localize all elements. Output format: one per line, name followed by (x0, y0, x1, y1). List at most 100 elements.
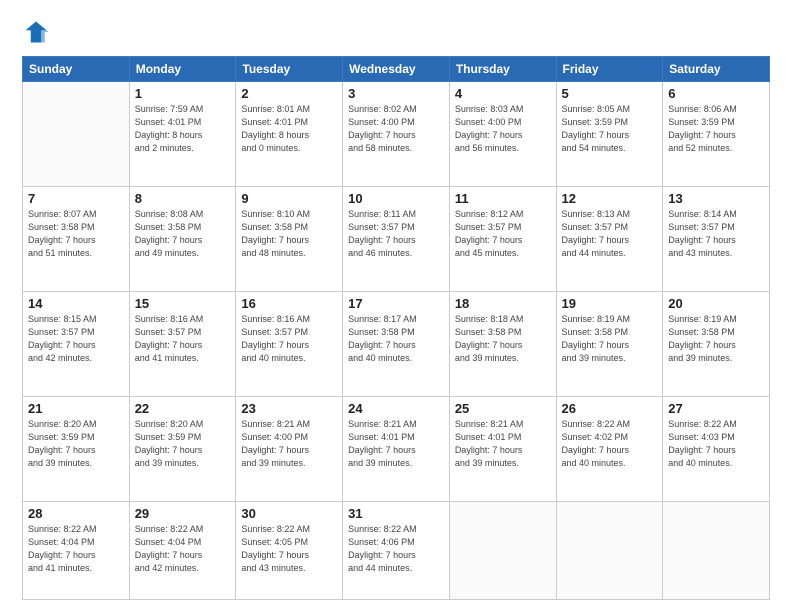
day-number: 26 (562, 401, 658, 416)
weekday-header-tuesday: Tuesday (236, 57, 343, 82)
day-number: 28 (28, 506, 124, 521)
calendar-cell: 4Sunrise: 8:03 AMSunset: 4:00 PMDaylight… (449, 82, 556, 187)
header (22, 18, 770, 46)
day-number: 19 (562, 296, 658, 311)
day-info: Sunrise: 8:10 AMSunset: 3:58 PMDaylight:… (241, 208, 337, 260)
day-info: Sunrise: 8:19 AMSunset: 3:58 PMDaylight:… (668, 313, 764, 365)
calendar-cell: 17 Sunrise: 8:17 AMSunset: 3:58 PMDayligh… (343, 292, 450, 397)
day-info: Sunrise: 8:15 AMSunset: 3:57 PMDaylight:… (28, 313, 124, 365)
calendar-cell: 24 Sunrise: 8:21 AMSunset: 4:01 PMDayligh… (343, 397, 450, 502)
day-number: 15 (135, 296, 231, 311)
day-number: 10 (348, 191, 444, 206)
day-info: Sunrise: 8:02 AMSunset: 4:00 PMDaylight:… (348, 103, 444, 155)
calendar-cell: 23Sunrise: 8:21 AMSunset: 4:00 PMDayligh… (236, 397, 343, 502)
calendar-cell: 20 Sunrise: 8:19 AMSunset: 3:58 PMDayligh… (663, 292, 770, 397)
day-number: 21 (28, 401, 124, 416)
calendar-cell: 31Sunrise: 8:22 AMSunset: 4:06 PMDayligh… (343, 502, 450, 600)
day-number: 18 (455, 296, 551, 311)
day-number: 3 (348, 86, 444, 101)
calendar-cell: 21 Sunrise: 8:20 AMSunset: 3:59 PMDayligh… (23, 397, 130, 502)
day-info: Sunrise: 8:11 AMSunset: 3:57 PMDaylight:… (348, 208, 444, 260)
weekday-header-monday: Monday (129, 57, 236, 82)
day-number: 23 (241, 401, 337, 416)
calendar-cell: 28 Sunrise: 8:22 AMSunset: 4:04 PMDayligh… (23, 502, 130, 600)
calendar-cell: 6 Sunrise: 8:06 AMSunset: 3:59 PMDaylight… (663, 82, 770, 187)
calendar-cell: 1Sunrise: 7:59 AMSunset: 4:01 PMDaylight… (129, 82, 236, 187)
day-info: Sunrise: 8:06 AMSunset: 3:59 PMDaylight:… (668, 103, 764, 155)
day-info: Sunrise: 8:20 AMSunset: 3:59 PMDaylight:… (28, 418, 124, 470)
logo (22, 18, 54, 46)
day-info: Sunrise: 8:16 AMSunset: 3:57 PMDaylight:… (241, 313, 337, 365)
week-row-1: 1Sunrise: 7:59 AMSunset: 4:01 PMDaylight… (23, 82, 770, 187)
weekday-header-saturday: Saturday (663, 57, 770, 82)
day-info: Sunrise: 8:20 AMSunset: 3:59 PMDaylight:… (135, 418, 231, 470)
day-number: 29 (135, 506, 231, 521)
day-info: Sunrise: 8:05 AMSunset: 3:59 PMDaylight:… (562, 103, 658, 155)
calendar-cell: 16Sunrise: 8:16 AMSunset: 3:57 PMDayligh… (236, 292, 343, 397)
day-info: Sunrise: 8:16 AMSunset: 3:57 PMDaylight:… (135, 313, 231, 365)
calendar-cell: 7 Sunrise: 8:07 AMSunset: 3:58 PMDaylight… (23, 187, 130, 292)
day-info: Sunrise: 8:13 AMSunset: 3:57 PMDaylight:… (562, 208, 658, 260)
day-number: 24 (348, 401, 444, 416)
day-info: Sunrise: 8:18 AMSunset: 3:58 PMDaylight:… (455, 313, 551, 365)
calendar-cell (556, 502, 663, 600)
calendar-cell: 30 Sunrise: 8:22 AMSunset: 4:05 PMDayligh… (236, 502, 343, 600)
day-number: 13 (668, 191, 764, 206)
day-number: 20 (668, 296, 764, 311)
day-info: Sunrise: 8:17 AMSunset: 3:58 PMDaylight:… (348, 313, 444, 365)
calendar-cell: 29 Sunrise: 8:22 AMSunset: 4:04 PMDayligh… (129, 502, 236, 600)
calendar-table: SundayMondayTuesdayWednesdayThursdayFrid… (22, 56, 770, 600)
day-info: Sunrise: 8:22 AMSunset: 4:02 PMDaylight:… (562, 418, 658, 470)
day-number: 27 (668, 401, 764, 416)
day-info: Sunrise: 8:07 AMSunset: 3:58 PMDaylight:… (28, 208, 124, 260)
day-info: Sunrise: 8:21 AMSunset: 4:01 PMDaylight:… (348, 418, 444, 470)
calendar-cell: 3 Sunrise: 8:02 AMSunset: 4:00 PMDaylight… (343, 82, 450, 187)
calendar-cell: 12 Sunrise: 8:13 AMSunset: 3:57 PMDayligh… (556, 187, 663, 292)
weekday-header-sunday: Sunday (23, 57, 130, 82)
calendar-cell: 9Sunrise: 8:10 AMSunset: 3:58 PMDaylight… (236, 187, 343, 292)
day-number: 6 (668, 86, 764, 101)
day-number: 12 (562, 191, 658, 206)
day-info: Sunrise: 8:12 AMSunset: 3:57 PMDaylight:… (455, 208, 551, 260)
day-number: 1 (135, 86, 231, 101)
calendar-cell: 19 Sunrise: 8:19 AMSunset: 3:58 PMDayligh… (556, 292, 663, 397)
calendar-cell (663, 502, 770, 600)
weekday-header-row: SundayMondayTuesdayWednesdayThursdayFrid… (23, 57, 770, 82)
calendar-cell: 27 Sunrise: 8:22 AMSunset: 4:03 PMDayligh… (663, 397, 770, 502)
calendar-cell: 25 Sunrise: 8:21 AMSunset: 4:01 PMDayligh… (449, 397, 556, 502)
day-number: 25 (455, 401, 551, 416)
calendar-cell: 11 Sunrise: 8:12 AMSunset: 3:57 PMDayligh… (449, 187, 556, 292)
calendar-cell: 8 Sunrise: 8:08 AMSunset: 3:58 PMDaylight… (129, 187, 236, 292)
calendar-cell (449, 502, 556, 600)
calendar-cell: 14 Sunrise: 8:15 AMSunset: 3:57 PMDayligh… (23, 292, 130, 397)
day-info: Sunrise: 8:01 AMSunset: 4:01 PMDaylight:… (241, 103, 337, 155)
day-number: 14 (28, 296, 124, 311)
day-number: 8 (135, 191, 231, 206)
day-number: 11 (455, 191, 551, 206)
day-info: Sunrise: 8:08 AMSunset: 3:58 PMDaylight:… (135, 208, 231, 260)
day-number: 5 (562, 86, 658, 101)
calendar-cell (23, 82, 130, 187)
day-info: Sunrise: 8:21 AMSunset: 4:01 PMDaylight:… (455, 418, 551, 470)
day-number: 22 (135, 401, 231, 416)
day-info: Sunrise: 8:22 AMSunset: 4:03 PMDaylight:… (668, 418, 764, 470)
logo-icon (22, 18, 50, 46)
day-info: Sunrise: 8:22 AMSunset: 4:04 PMDaylight:… (135, 523, 231, 575)
week-row-5: 28 Sunrise: 8:22 AMSunset: 4:04 PMDayligh… (23, 502, 770, 600)
day-info: Sunrise: 8:19 AMSunset: 3:58 PMDaylight:… (562, 313, 658, 365)
day-number: 17 (348, 296, 444, 311)
day-info: Sunrise: 8:22 AMSunset: 4:04 PMDaylight:… (28, 523, 124, 575)
day-number: 30 (241, 506, 337, 521)
calendar-cell: 2 Sunrise: 8:01 AMSunset: 4:01 PMDaylight… (236, 82, 343, 187)
calendar-cell: 15 Sunrise: 8:16 AMSunset: 3:57 PMDayligh… (129, 292, 236, 397)
weekday-header-wednesday: Wednesday (343, 57, 450, 82)
day-number: 2 (241, 86, 337, 101)
day-info: Sunrise: 8:22 AMSunset: 4:05 PMDaylight:… (241, 523, 337, 575)
calendar-cell: 10 Sunrise: 8:11 AMSunset: 3:57 PMDayligh… (343, 187, 450, 292)
week-row-4: 21 Sunrise: 8:20 AMSunset: 3:59 PMDayligh… (23, 397, 770, 502)
day-info: Sunrise: 8:03 AMSunset: 4:00 PMDaylight:… (455, 103, 551, 155)
calendar-cell: 18 Sunrise: 8:18 AMSunset: 3:58 PMDayligh… (449, 292, 556, 397)
page: SundayMondayTuesdayWednesdayThursdayFrid… (0, 0, 792, 612)
day-number: 7 (28, 191, 124, 206)
weekday-header-friday: Friday (556, 57, 663, 82)
